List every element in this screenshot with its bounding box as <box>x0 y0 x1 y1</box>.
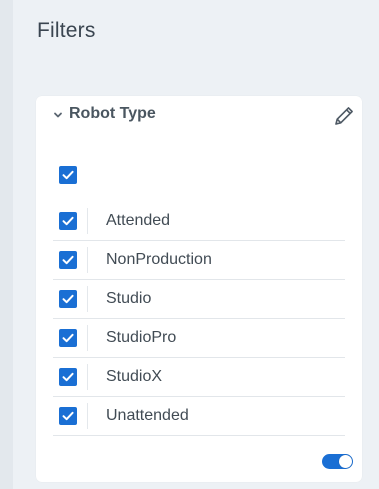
option-checkbox[interactable] <box>59 368 77 386</box>
option-checkbox[interactable] <box>59 290 77 308</box>
option-checkbox[interactable] <box>59 407 77 425</box>
divider <box>87 286 88 312</box>
divider <box>87 247 88 273</box>
page-title: Filters <box>37 19 96 42</box>
filter-toggle-switch[interactable] <box>322 454 353 469</box>
check-icon <box>62 216 74 226</box>
card-header[interactable]: Robot Type <box>36 96 362 134</box>
card-title: Robot Type <box>69 105 156 122</box>
check-icon <box>62 170 74 180</box>
divider <box>87 208 88 234</box>
divider <box>87 403 88 429</box>
chevron-down-icon[interactable] <box>51 108 65 122</box>
side-gutter <box>0 0 13 489</box>
toggle-knob <box>339 455 352 468</box>
pencil-icon[interactable] <box>331 103 357 129</box>
check-icon <box>62 411 74 421</box>
option-studiox[interactable]: StudioX <box>53 358 345 397</box>
option-nonproduction[interactable]: NonProduction <box>53 241 345 280</box>
option-studiopro[interactable]: StudioPro <box>53 319 345 358</box>
select-all-checkbox[interactable] <box>59 166 77 184</box>
check-icon <box>62 255 74 265</box>
robot-type-filter-card: Robot Type Attended NonProduction Studio… <box>36 96 362 482</box>
check-icon <box>62 372 74 382</box>
robot-type-options-list: Attended NonProduction Studio StudioPro … <box>53 202 345 436</box>
option-attended[interactable]: Attended <box>53 202 345 241</box>
check-icon <box>62 294 74 304</box>
option-label: StudioX <box>106 368 163 385</box>
check-icon <box>62 333 74 343</box>
option-label: StudioPro <box>106 329 177 346</box>
option-checkbox[interactable] <box>59 329 77 347</box>
option-label: NonProduction <box>106 251 212 268</box>
option-studio[interactable]: Studio <box>53 280 345 319</box>
option-label: Attended <box>106 212 171 229</box>
divider <box>87 325 88 351</box>
option-checkbox[interactable] <box>59 251 77 269</box>
option-unattended[interactable]: Unattended <box>53 397 345 436</box>
option-checkbox[interactable] <box>59 212 77 230</box>
divider <box>87 364 88 390</box>
option-label: Unattended <box>106 407 189 424</box>
option-label: Studio <box>106 290 152 307</box>
